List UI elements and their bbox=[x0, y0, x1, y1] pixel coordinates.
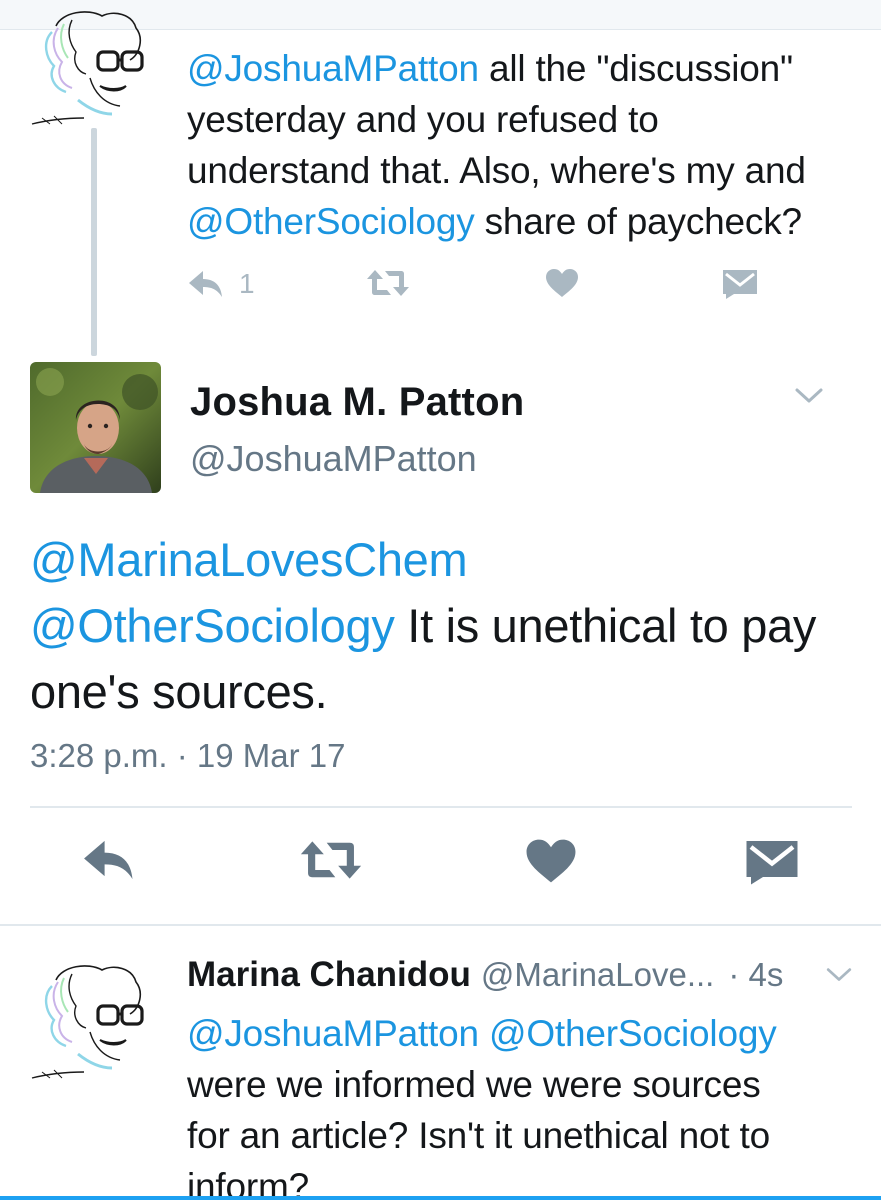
like-button[interactable] bbox=[525, 838, 577, 889]
direct-message-button[interactable] bbox=[722, 268, 758, 300]
author-handle[interactable]: @JoshuaMPatton bbox=[190, 438, 477, 480]
tweet-text-span bbox=[479, 1013, 489, 1054]
author-handle[interactable]: @MarinaLove... bbox=[481, 956, 714, 994]
tweet-text-span: share of paycheck? bbox=[474, 201, 802, 242]
bottom-edge bbox=[0, 1196, 881, 1200]
divider bbox=[30, 806, 852, 808]
parent-tweet-line: @JoshuaMPatton all the "discussion" bbox=[187, 43, 867, 94]
focused-tweet-actions bbox=[0, 838, 881, 898]
reply-tweet-header: Marina Chanidou @MarinaLove... · 4s bbox=[187, 955, 867, 1003]
retweet-icon bbox=[367, 270, 409, 296]
focused-tweet-line: @MarinaLovesChem bbox=[30, 527, 860, 593]
chevron-down-icon[interactable] bbox=[825, 966, 853, 984]
tweet-text-span: inform? bbox=[187, 1166, 309, 1200]
envelope-icon bbox=[746, 841, 798, 885]
focused-tweet-line: one's sources. bbox=[30, 659, 860, 725]
tweet-text-span: yesterday and you refused to bbox=[187, 99, 659, 140]
reply-icon bbox=[84, 840, 133, 880]
focused-tweet-line: @OtherSociology It is unethical to pay bbox=[30, 593, 860, 659]
mention-link[interactable]: @OtherSociology bbox=[187, 201, 475, 242]
focused-tweet-text: @MarinaLovesChem @OtherSociology It is u… bbox=[30, 527, 860, 725]
tweet-text-span: for an article? Isn't it unethical not t… bbox=[187, 1115, 770, 1156]
tweet-timestamp[interactable]: 3:28 p.m. · 19 Mar 17 bbox=[30, 737, 345, 775]
tweet-text-span: all the "discussion" bbox=[478, 48, 793, 89]
retweet-icon bbox=[300, 841, 362, 879]
parent-tweet-text: @JoshuaMPatton all the "discussion" yest… bbox=[187, 43, 867, 247]
sketch-avatar-icon[interactable] bbox=[28, 8, 158, 128]
tweet-time[interactable]: · 4s bbox=[728, 956, 783, 994]
mention-link[interactable]: @OtherSociology bbox=[30, 599, 395, 652]
reply-tweet-line: for an article? Isn't it unethical not t… bbox=[187, 1110, 867, 1161]
mention-link[interactable]: @MarinaLovesChem bbox=[30, 533, 468, 586]
reply-button[interactable] bbox=[80, 838, 138, 887]
retweet-button[interactable] bbox=[298, 838, 364, 887]
heart-icon bbox=[526, 839, 576, 883]
reply-tweet-line: @JoshuaMPatton @OtherSociology bbox=[187, 1008, 867, 1059]
user-avatar-photo[interactable] bbox=[30, 362, 161, 493]
retweet-button[interactable] bbox=[365, 268, 411, 298]
tweet-text-span: It is unethical to pay bbox=[394, 599, 817, 652]
reply-button[interactable]: 1 bbox=[187, 268, 255, 300]
author-name[interactable]: Marina Chanidou bbox=[187, 955, 471, 995]
envelope-icon bbox=[723, 270, 757, 299]
reply-tweet-line: were we informed we were sources bbox=[187, 1059, 867, 1110]
tweet-text-span: one's sources. bbox=[30, 665, 328, 718]
author-name[interactable]: Joshua M. Patton bbox=[190, 380, 524, 425]
sketch-avatar-icon[interactable] bbox=[28, 962, 158, 1082]
heart-icon bbox=[546, 269, 578, 297]
reply-icon bbox=[189, 271, 222, 297]
parent-tweet-line: understand that. Also, where's my and bbox=[187, 145, 867, 196]
tweet-thread-screen: @JoshuaMPatton all the "discussion" yest… bbox=[0, 0, 881, 1200]
chevron-down-icon[interactable] bbox=[794, 386, 824, 406]
mention-link[interactable]: @JoshuaMPatton bbox=[187, 1013, 479, 1054]
tweet-text-span: understand that. Also, where's my and bbox=[187, 150, 806, 191]
divider bbox=[0, 924, 881, 926]
reply-tweet-text: @JoshuaMPatton @OtherSociology were we i… bbox=[187, 1008, 867, 1200]
parent-tweet-line: @OtherSociology share of paycheck? bbox=[187, 196, 867, 247]
reply-count: 1 bbox=[239, 268, 255, 299]
thread-connector-line bbox=[91, 128, 97, 356]
like-button[interactable] bbox=[545, 268, 579, 298]
reply-tweet-line: inform? bbox=[187, 1161, 867, 1200]
parent-tweet-line: yesterday and you refused to bbox=[187, 94, 867, 145]
direct-message-button[interactable] bbox=[745, 838, 799, 891]
mention-link[interactable]: @OtherSociology bbox=[489, 1013, 777, 1054]
tweet-text-span: were we informed we were sources bbox=[187, 1064, 761, 1105]
mention-link[interactable]: @JoshuaMPatton bbox=[187, 48, 479, 89]
parent-tweet-actions: 1 bbox=[187, 268, 787, 308]
